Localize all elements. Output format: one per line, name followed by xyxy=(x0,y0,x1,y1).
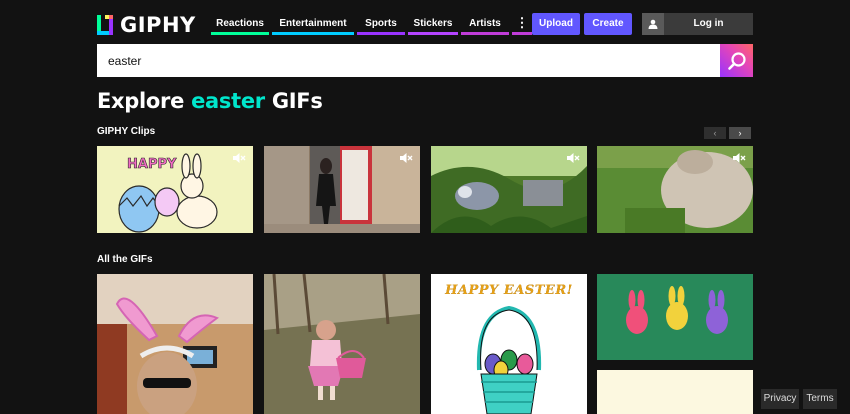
carousel-next-button[interactable]: › xyxy=(729,127,751,139)
clip-thumbnail xyxy=(597,146,753,233)
main-nav: Reactions Entertainment Sports Stickers … xyxy=(211,13,532,35)
nav-reactions[interactable]: Reactions xyxy=(211,13,269,35)
gif-cream-card[interactable] xyxy=(597,370,753,414)
nav-underline xyxy=(211,32,269,35)
title-prefix: Explore xyxy=(97,89,192,113)
search-icon xyxy=(727,51,746,70)
clip-animated-bunny-grass[interactable] xyxy=(431,146,587,233)
search-button[interactable] xyxy=(720,44,753,77)
page-title: Explore easter GIFs xyxy=(97,89,323,113)
basket-illustration xyxy=(476,305,542,414)
nav-label: Entertainment xyxy=(279,18,347,29)
giphy-logo-icon xyxy=(97,15,113,35)
gif-man-bunny-ears[interactable] xyxy=(97,274,253,414)
svg-text:HAPPY: HAPPY xyxy=(127,157,177,172)
clip-thumbnail xyxy=(264,146,420,233)
clips-carousel-controls: ‹ › xyxy=(704,127,751,139)
nav-entertainment[interactable]: Entertainment xyxy=(272,13,354,35)
title-keyword: easter xyxy=(191,89,265,113)
nav-label: Stickers xyxy=(413,18,453,29)
clips-section-title: GIPHY Clips xyxy=(97,126,156,137)
gif-thumbnail xyxy=(264,274,420,414)
clip-woman-at-door[interactable] xyxy=(264,146,420,233)
gif-thumbnail xyxy=(97,274,253,414)
nav-underline xyxy=(408,32,458,35)
gif-crochet-bunnies[interactable] xyxy=(597,274,753,360)
gifs-section-title: All the GIFs xyxy=(97,254,153,265)
upload-button[interactable]: Upload xyxy=(532,13,580,35)
title-suffix: GIFs xyxy=(264,89,323,113)
nav-underline xyxy=(272,32,354,35)
nav-underline xyxy=(461,32,509,35)
more-icon: ⋮ xyxy=(515,15,529,30)
nav-artists[interactable]: Artists xyxy=(461,13,509,35)
gif-thumbnail xyxy=(597,274,753,360)
giphy-logo[interactable]: GIPHY xyxy=(97,13,196,37)
nav-label: Artists xyxy=(469,18,501,29)
privacy-link[interactable]: Privacy xyxy=(761,389,799,409)
gif-happy-easter-basket[interactable]: HAPPY EASTER! xyxy=(431,274,587,414)
terms-link[interactable]: Terms xyxy=(803,389,837,409)
mute-icon[interactable] xyxy=(232,152,246,164)
nav-sports[interactable]: Sports xyxy=(357,13,405,35)
nav-label: Reactions xyxy=(216,18,264,29)
mute-icon[interactable] xyxy=(399,152,413,164)
mute-icon[interactable] xyxy=(566,152,580,164)
user-icon xyxy=(642,13,664,35)
clip-thumbnail xyxy=(431,146,587,233)
search-input[interactable] xyxy=(97,44,720,77)
brand-name: GIPHY xyxy=(120,13,196,37)
more-menu-button[interactable]: ⋮ xyxy=(512,13,532,35)
nav-label: Sports xyxy=(365,18,397,29)
login-button[interactable]: Log in xyxy=(642,13,753,35)
gif-girl-easter-basket[interactable] xyxy=(264,274,420,414)
clip-lamb-in-field[interactable] xyxy=(597,146,753,233)
login-label: Log in xyxy=(693,18,724,29)
nav-underline xyxy=(512,32,532,35)
clip-thumbnail: HAPPY xyxy=(97,146,253,233)
search-bar xyxy=(97,44,753,77)
carousel-prev-button[interactable]: ‹ xyxy=(704,127,726,139)
nav-underline xyxy=(357,32,405,35)
mute-icon[interactable] xyxy=(732,152,746,164)
create-button[interactable]: Create xyxy=(584,13,632,35)
nav-stickers[interactable]: Stickers xyxy=(408,13,458,35)
clip-happy-easter-bunny[interactable]: HAPPY xyxy=(97,146,253,233)
